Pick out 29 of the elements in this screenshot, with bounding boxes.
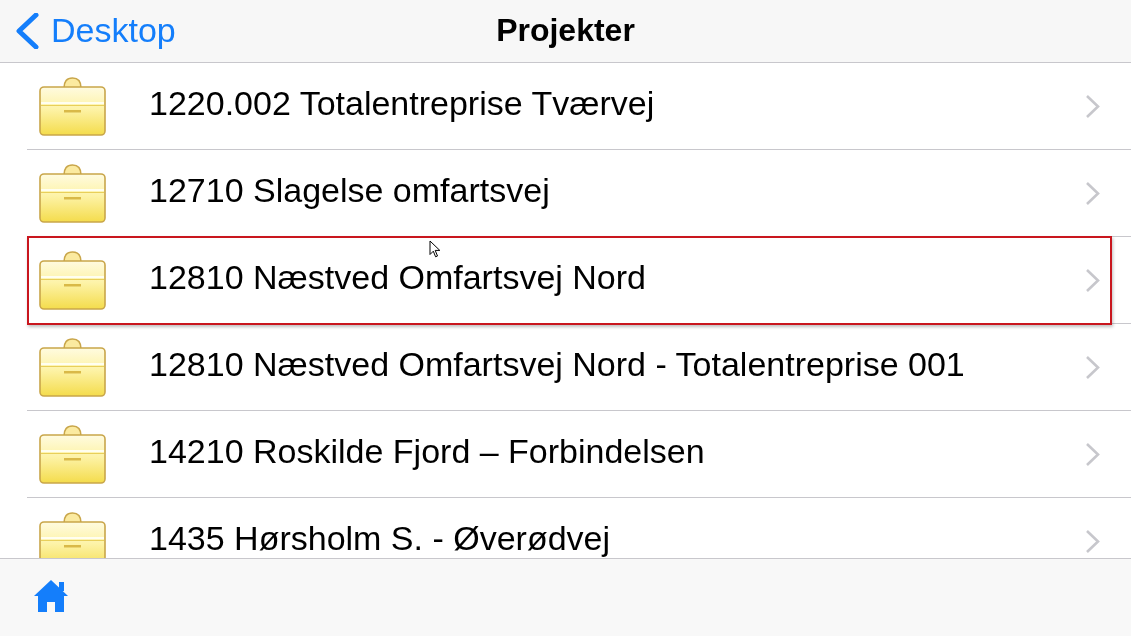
project-name: 1220.002 Totalentreprise Tværvej <box>149 86 655 122</box>
project-row[interactable]: 12710 Slagelse omfartsvej <box>27 150 1112 236</box>
project-row[interactable]: 1220.002 Totalentreprise Tværvej <box>27 63 1112 149</box>
back-button[interactable]: Desktop <box>14 12 176 50</box>
briefcase-icon <box>39 337 106 397</box>
chevron-right-icon <box>1085 528 1100 554</box>
briefcase-icon <box>39 163 106 223</box>
project-name: 14210 Roskilde Fjord – Forbindelsen <box>149 434 705 470</box>
chevron-right-icon <box>1085 267 1100 293</box>
project-name: 12710 Slagelse omfartsvej <box>149 173 550 209</box>
project-row[interactable]: 1435 Hørsholm S. - Øverødvej <box>27 498 1112 558</box>
briefcase-icon <box>39 424 106 484</box>
project-name: 1435 Hørsholm S. - Øverødvej <box>149 521 611 557</box>
project-name: 12810 Næstved Omfartsvej Nord <box>149 260 646 296</box>
back-chevron-icon <box>14 13 40 49</box>
home-button[interactable] <box>33 579 69 612</box>
briefcase-icon <box>39 250 106 310</box>
project-name: 12810 Næstved Omfartsvej Nord - Totalentreprise 001 <box>149 347 965 383</box>
chevron-right-icon <box>1085 354 1100 380</box>
project-row[interactable]: 12810 Næstved Omfartsvej Nord <box>27 235 1112 325</box>
chevron-right-icon <box>1085 180 1100 206</box>
mouse-pointer-icon <box>429 240 441 258</box>
chevron-right-icon <box>1085 93 1100 119</box>
screen-title: Projekter <box>496 13 635 49</box>
chevron-right-icon <box>1085 441 1100 467</box>
home-icon <box>33 579 69 612</box>
briefcase-icon <box>39 76 106 136</box>
project-row[interactable]: 12810 Næstved Omfartsvej Nord - Totalentreprise 001 <box>27 324 1112 410</box>
project-row[interactable]: 14210 Roskilde Fjord – Forbindelsen <box>27 411 1112 497</box>
